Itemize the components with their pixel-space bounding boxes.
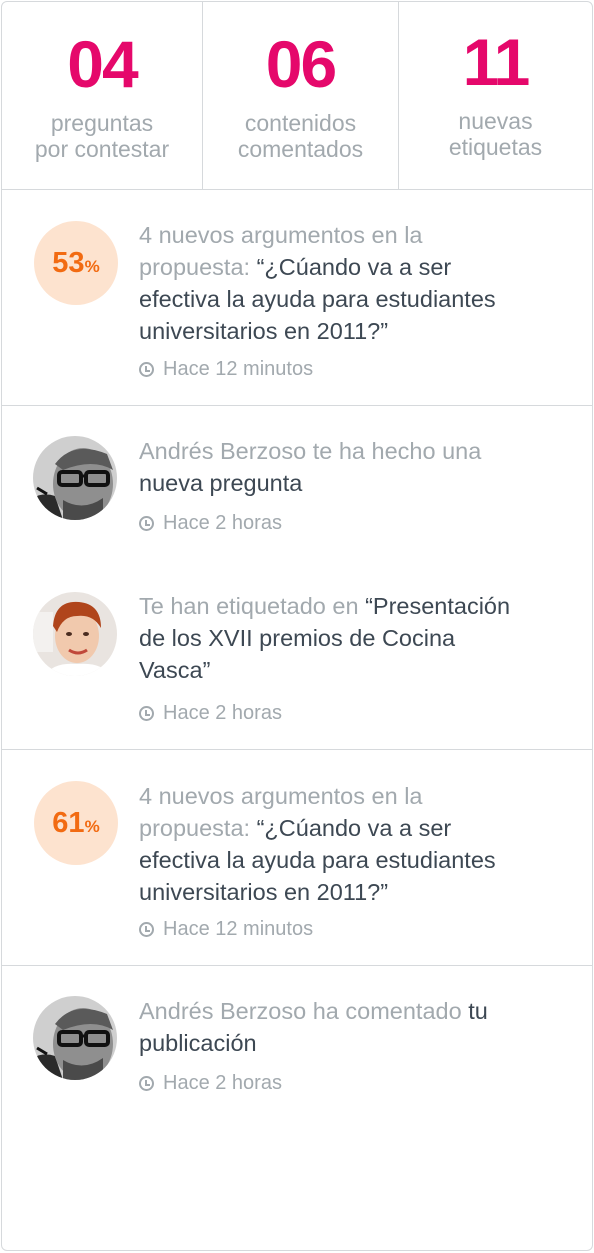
proposal-link[interactable]: “¿Cúando va a ser <box>257 254 452 280</box>
avatar[interactable] <box>33 436 117 520</box>
timestamp: Hace 2 horas <box>139 701 282 725</box>
clock-icon <box>139 1075 154 1091</box>
event-link[interactable]: de los XVII premios de Cocina <box>139 622 569 654</box>
text-line: 4 nuevos argumentos en la <box>139 783 423 809</box>
stat-label: preguntas por contestar <box>2 110 202 162</box>
question-link[interactable]: nueva pregunta <box>139 467 569 499</box>
stat-number: 11 <box>462 25 531 99</box>
feed-item-text: Andrés Berzoso ha comentado tu publicaci… <box>139 995 569 1059</box>
text-line-part: Andrés Berzoso ha comentado <box>139 998 469 1024</box>
divider <box>2 965 592 966</box>
avatar-man-image <box>33 436 117 520</box>
event-link[interactable]: “Presentación <box>365 593 510 619</box>
timestamp: Hace 12 minutos <box>139 917 313 941</box>
stat-label-line: preguntas <box>50 110 154 136</box>
stat-label-line: etiquetas <box>448 134 543 160</box>
stat-label-line: comentados <box>237 136 364 162</box>
stat-comments[interactable]: 06 contenidos comentados <box>203 2 399 189</box>
clock-icon <box>139 705 154 721</box>
feed-item-text: Andrés Berzoso te ha hecho una nueva pre… <box>139 435 569 499</box>
stat-label-line: contenidos <box>244 110 357 136</box>
percent-value: 53 <box>52 247 85 279</box>
text-line-part: propuesta: <box>139 815 257 841</box>
feed-item-text: 4 nuevos argumentos en la propuesta: “¿C… <box>139 219 569 347</box>
timestamp: Hace 2 horas <box>139 1071 282 1095</box>
proposal-link[interactable]: “¿Cúando va a ser <box>257 815 452 841</box>
stat-questions[interactable]: 04 preguntas por contestar <box>2 2 203 189</box>
text-line-part: propuesta: <box>139 254 257 280</box>
text-line: Andrés Berzoso te ha hecho una <box>139 438 482 464</box>
timestamp-text: Hace 2 horas <box>163 702 282 724</box>
clock-icon <box>139 921 154 937</box>
proposal-link[interactable]: universitarios en 2011?” <box>139 315 569 347</box>
stat-number: 06 <box>265 27 337 101</box>
avatar-woman-image <box>33 592 117 676</box>
text-line-part: Te han etiquetado en <box>139 593 366 619</box>
divider <box>2 749 592 750</box>
percent-value: 61 <box>52 807 85 839</box>
stat-number: 04 <box>67 27 138 101</box>
timestamp-text: Hace 12 minutos <box>163 358 314 380</box>
percent-badge: 53% <box>34 221 118 305</box>
stat-label: contenidos comentados <box>203 110 398 162</box>
stat-label-line: por contestar <box>34 136 170 162</box>
event-link[interactable]: Vasca” <box>139 654 569 686</box>
divider <box>2 405 592 406</box>
proposal-link[interactable]: efectiva la ayuda para estudiantes <box>139 844 569 876</box>
stat-tags[interactable]: 11 nuevas etiquetas <box>399 2 592 189</box>
clock-icon <box>139 361 154 377</box>
percent-symbol: % <box>84 257 100 276</box>
text-line: 4 nuevos argumentos en la <box>139 222 423 248</box>
avatar[interactable] <box>33 996 117 1080</box>
percent-symbol: % <box>84 817 100 836</box>
clock-icon <box>139 515 154 531</box>
timestamp: Hace 2 horas <box>139 511 282 535</box>
stat-label: nuevas etiquetas <box>399 108 592 160</box>
notifications-panel: 04 preguntas por contestar 06 contenidos… <box>1 1 593 1251</box>
publication-link[interactable]: tu <box>468 998 488 1024</box>
proposal-link[interactable]: efectiva la ayuda para estudiantes <box>139 283 569 315</box>
timestamp-text: Hace 12 minutos <box>163 918 314 940</box>
timestamp: Hace 12 minutos <box>139 357 313 381</box>
timestamp-text: Hace 2 horas <box>163 1072 282 1094</box>
percent-badge: 61% <box>34 781 118 865</box>
publication-link[interactable]: publicación <box>139 1027 569 1059</box>
avatar[interactable] <box>33 592 117 676</box>
stat-label-line: nuevas <box>458 108 533 134</box>
proposal-link[interactable]: universitarios en 2011?” <box>139 876 569 908</box>
avatar-man-image <box>33 996 117 1080</box>
timestamp-text: Hace 2 horas <box>163 512 282 534</box>
feed-item-text: Te han etiquetado en “Presentación de lo… <box>139 590 569 686</box>
stats-header: 04 preguntas por contestar 06 contenidos… <box>2 2 592 190</box>
feed-item-text: 4 nuevos argumentos en la propuesta: “¿C… <box>139 780 569 908</box>
